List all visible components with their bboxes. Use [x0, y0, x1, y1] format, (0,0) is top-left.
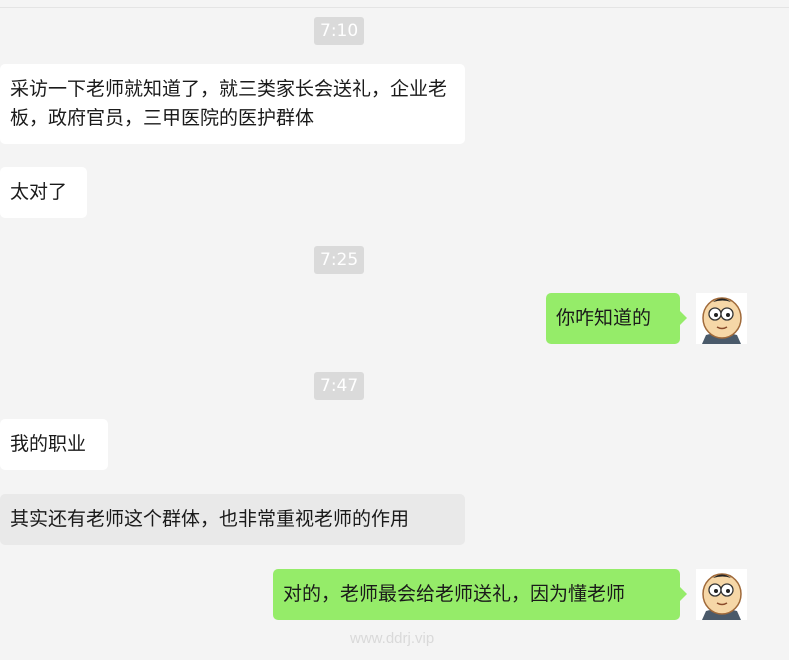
message-bubble-incoming[interactable]: 采访一下老师就知道了，就三类家长会送礼，企业老板，政府官员，三甲医院的医护群体 — [0, 64, 465, 144]
message-bubble-outgoing[interactable]: 你咋知道的 — [546, 293, 687, 344]
cartoon-boy-avatar[interactable] — [696, 569, 747, 620]
timestamp: 7:10 — [314, 17, 365, 45]
timestamp: 7:47 — [314, 372, 365, 400]
watermark: www.ddrj.vip — [350, 630, 435, 647]
cartoon-boy-icon — [696, 293, 747, 344]
cartoon-boy-avatar[interactable] — [696, 293, 747, 344]
top-divider — [0, 7, 789, 8]
timestamp: 7:25 — [314, 246, 365, 274]
message-bubble-outgoing[interactable]: 对的，老师最会给老师送礼，因为懂老师 — [273, 569, 687, 620]
message-bubble-incoming[interactable]: 太对了 — [0, 167, 87, 218]
message-bubble-incoming[interactable]: 其实还有老师这个群体，也非常重视老师的作用 — [0, 494, 465, 545]
cartoon-boy-icon — [696, 569, 747, 620]
message-bubble-incoming[interactable]: 我的职业 — [0, 419, 108, 470]
